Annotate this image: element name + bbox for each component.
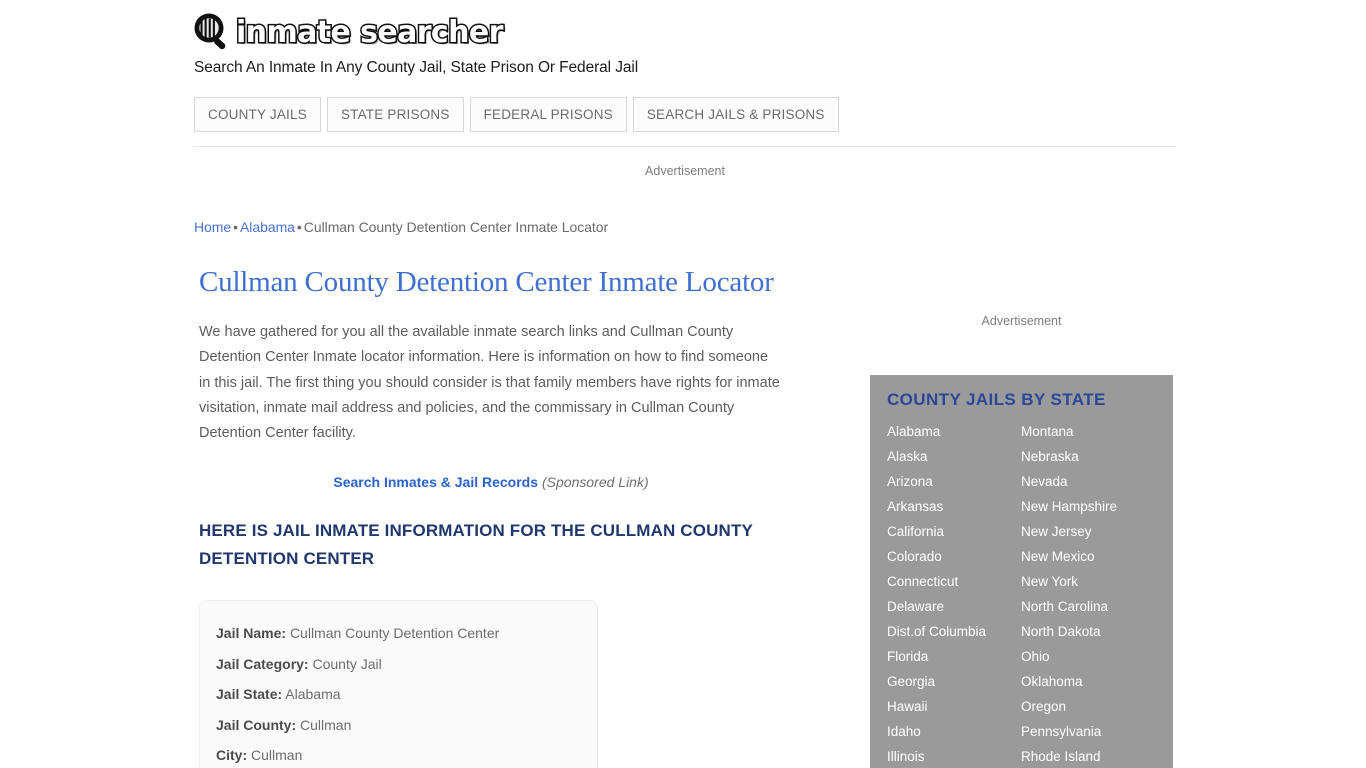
info-row: Jail Name: Cullman County Detention Cent…: [216, 618, 597, 649]
sidebar-item-illinois[interactable]: Illinois: [887, 744, 1021, 768]
info-label: City:: [216, 747, 248, 764]
info-row: City: Cullman: [216, 740, 597, 768]
intro-paragraph: We have gathered for you all the availab…: [199, 324, 780, 442]
page-title: Cullman County Detention Center Inmate L…: [199, 266, 774, 298]
sidebar-item-colorado[interactable]: Colorado: [887, 544, 1021, 569]
jail-info-box: Jail Name: Cullman County Detention Cent…: [199, 600, 598, 768]
main-navigation: COUNTY JAILS STATE PRISONS FEDERAL PRISO…: [194, 97, 839, 132]
breadcrumb-home[interactable]: Home: [194, 219, 231, 235]
site-header: inmate searcher Search An Inmate In Any …: [194, 10, 1176, 77]
sidebar-item-california[interactable]: California: [887, 519, 1021, 544]
sidebar-item-arizona[interactable]: Arizona: [887, 469, 1021, 494]
breadcrumb-current: Cullman County Detention Center Inmate L…: [303, 219, 609, 235]
nav-state-prisons[interactable]: STATE PRISONS: [326, 97, 464, 132]
sidebar-item-pennsylvania[interactable]: Pennsylvania: [1021, 719, 1171, 744]
state-column-right: Montana Nebraska Nevada New Hampshire Ne…: [1021, 419, 1171, 768]
nav-search-jails-prisons[interactable]: SEARCH JAILS & PRISONS: [632, 97, 839, 132]
sidebar-item-north-carolina[interactable]: North Carolina: [1021, 594, 1171, 619]
magnifier-jail-bars-icon: [192, 12, 234, 54]
info-row: Jail County: Cullman: [216, 710, 597, 741]
sidebar-item-new-hampshire[interactable]: New Hampshire: [1021, 494, 1171, 519]
sidebar-item-new-jersey[interactable]: New Jersey: [1021, 519, 1171, 544]
sidebar-item-georgia[interactable]: Georgia: [887, 669, 1021, 694]
county-jails-by-state-panel: COUNTY JAILS BY STATE Alabama Alaska Ari…: [870, 375, 1173, 768]
info-label: Jail State:: [216, 686, 283, 703]
sidebar-item-oklahoma[interactable]: Oklahoma: [1021, 669, 1171, 694]
site-logo-text: inmate searcher: [235, 14, 505, 52]
info-label: Jail Category:: [216, 655, 309, 672]
breadcrumb-separator-1: •: [233, 219, 239, 235]
nav-county-jails[interactable]: COUNTY JAILS: [194, 97, 321, 132]
info-value: Cullman: [251, 747, 303, 764]
section-heading: HERE IS JAIL INMATE INFORMATION FOR THE …: [199, 521, 753, 569]
sponsored-link-row: Search Inmates & Jail Records (Sponsored …: [199, 474, 783, 490]
sidebar-item-alabama[interactable]: Alabama: [887, 419, 1021, 444]
sidebar-item-montana[interactable]: Montana: [1021, 419, 1171, 444]
info-label: Jail County:: [216, 716, 297, 733]
sponsored-search-link[interactable]: Search Inmates & Jail Records: [333, 474, 538, 490]
sidebar-item-new-mexico[interactable]: New Mexico: [1021, 544, 1171, 569]
info-label: Jail Name:: [216, 625, 287, 642]
sidebar-item-north-dakota[interactable]: North Dakota: [1021, 619, 1171, 644]
state-columns: Alabama Alaska Arizona Arkansas Californ…: [870, 419, 1173, 768]
sponsored-note: (Sponsored Link): [542, 474, 649, 491]
info-value: County Jail: [312, 655, 382, 672]
sidebar-item-alaska[interactable]: Alaska: [887, 444, 1021, 469]
site-tagline: Search An Inmate In Any County Jail, Sta…: [194, 59, 639, 76]
sidebar-advertisement-label: Advertisement: [981, 314, 1062, 328]
sidebar-item-new-york[interactable]: New York: [1021, 569, 1171, 594]
sidebar-item-ohio[interactable]: Ohio: [1021, 644, 1171, 669]
info-value: Cullman: [300, 716, 352, 733]
sidebar-item-connecticut[interactable]: Connecticut: [887, 569, 1021, 594]
site-logo[interactable]: inmate searcher: [194, 10, 1176, 56]
info-row: Jail State: Alabama: [216, 679, 597, 710]
nav-federal-prisons[interactable]: FEDERAL PRISONS: [469, 97, 627, 132]
top-advertisement-label: Advertisement: [645, 164, 725, 178]
main-content: Cullman County Detention Center Inmate L…: [199, 262, 799, 768]
sidebar-item-nebraska[interactable]: Nebraska: [1021, 444, 1171, 469]
sidebar-item-florida[interactable]: Florida: [887, 644, 1021, 669]
sidebar-item-idaho[interactable]: Idaho: [887, 719, 1021, 744]
breadcrumb-separator-2: •: [296, 219, 302, 235]
sidebar-item-delaware[interactable]: Delaware: [887, 594, 1021, 619]
breadcrumb: Home • Alabama • Cullman County Detention Ce…: [194, 219, 608, 235]
breadcrumb-state[interactable]: Alabama: [240, 219, 295, 235]
sidebar-item-arkansas[interactable]: Arkansas: [887, 494, 1021, 519]
page-root: inmate searcher Search An Inmate In Any …: [0, 0, 1366, 768]
sidebar-item-nevada[interactable]: Nevada: [1021, 469, 1171, 494]
state-column-left: Alabama Alaska Arizona Arkansas Californ…: [887, 419, 1021, 768]
header-divider: [194, 146, 1176, 147]
sidebar-heading: COUNTY JAILS BY STATE: [887, 390, 1106, 409]
sidebar-item-rhode-island[interactable]: Rhode Island: [1021, 744, 1171, 768]
sidebar-item-dist-of-columbia[interactable]: Dist.of Columbia: [887, 619, 1021, 644]
info-value: Alabama: [285, 686, 341, 703]
info-row: Jail Category: County Jail: [216, 649, 597, 680]
sidebar-item-oregon[interactable]: Oregon: [1021, 694, 1171, 719]
sidebar-item-hawaii[interactable]: Hawaii: [887, 694, 1021, 719]
info-value: Cullman County Detention Center: [289, 625, 500, 642]
